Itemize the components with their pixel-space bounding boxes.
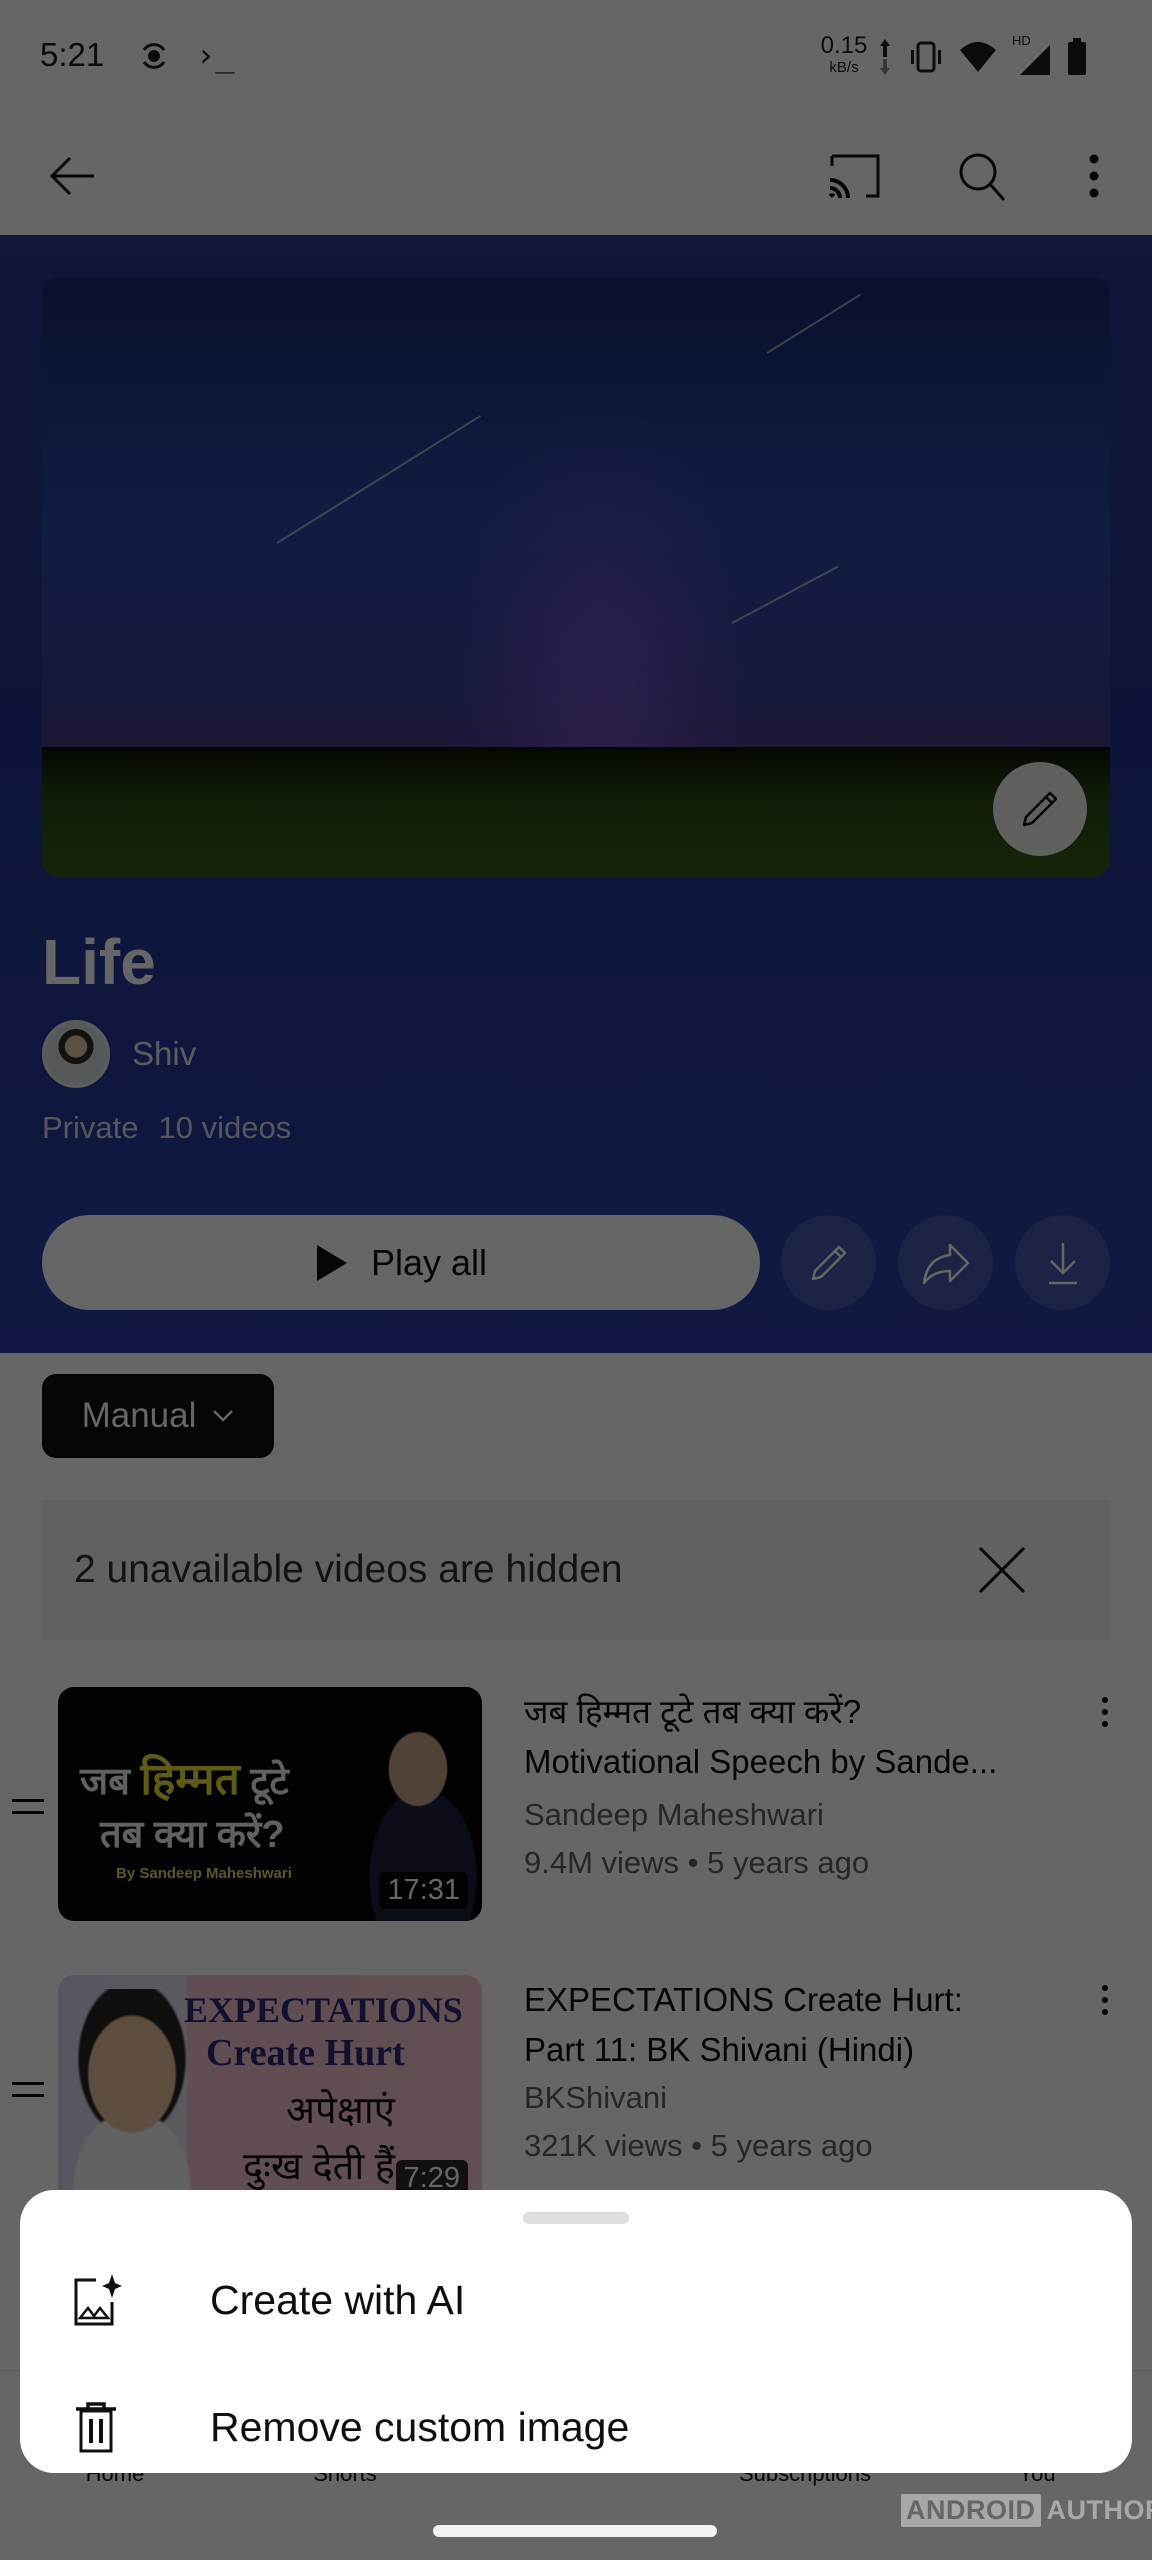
- gesture-home-indicator[interactable]: [433, 2525, 717, 2537]
- create-with-ai-option[interactable]: Create with AI: [20, 2240, 1132, 2360]
- watermark-text: AUTHORITY: [1046, 2495, 1152, 2525]
- create-with-ai-label: Create with AI: [210, 2276, 466, 2323]
- cover-options-sheet: Create with AI Remove custom image: [20, 2190, 1132, 2473]
- remove-custom-image-label: Remove custom image: [210, 2403, 630, 2450]
- remove-custom-image-option[interactable]: Remove custom image: [20, 2367, 1132, 2487]
- watermark-logo: ANDROID AUTHORITY: [901, 2494, 1152, 2527]
- sheet-drag-handle[interactable]: [523, 2212, 629, 2224]
- trash-icon: [76, 2402, 116, 2453]
- ai-image-sparkle-icon: [74, 2274, 122, 2326]
- watermark-boxed-text: ANDROID: [901, 2494, 1041, 2527]
- modal-scrim[interactable]: [0, 0, 1152, 2560]
